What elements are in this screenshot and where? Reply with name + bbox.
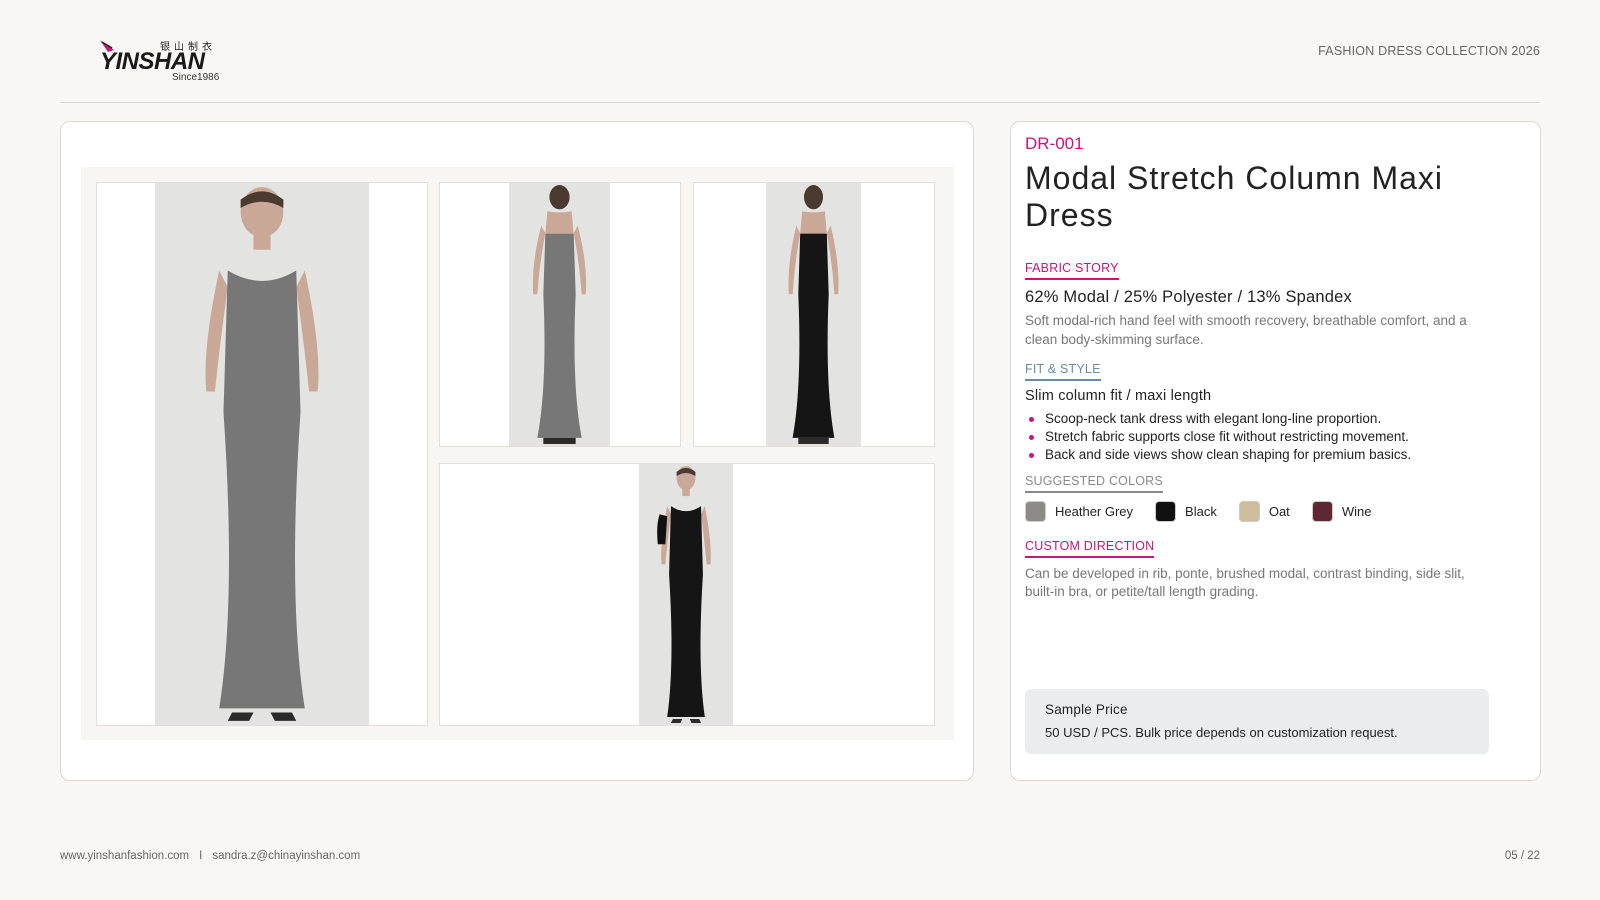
svg-text:YINSHAN: YINSHAN: [100, 48, 206, 75]
sample-price-box: Sample Price 50 USD / PCS. Bulk price de…: [1025, 689, 1489, 754]
yinshan-logo-icon: 银山制衣 YINSHAN Since1986: [100, 40, 220, 83]
photo-front-black[interactable]: [439, 463, 935, 726]
color-swatch: [1311, 501, 1333, 522]
sample-price-text: 50 USD / PCS. Bulk price depends on cust…: [1045, 725, 1398, 740]
page-number: 05 / 22: [1504, 850, 1540, 862]
dress-grey-front-figure: [205, 187, 319, 721]
suggested-colors-label: SUGGESTED COLORS: [1025, 474, 1163, 493]
color-option-oat[interactable]: Oat: [1238, 501, 1290, 522]
product-info-card: DR-001 Modal Stretch Column Maxi Dress F…: [1010, 121, 1541, 781]
color-name: Oat: [1268, 504, 1290, 519]
color-name: Wine: [1341, 504, 1372, 519]
custom-description: Can be developed in rib, ponte, brushed …: [1025, 566, 1465, 599]
color-option-wine[interactable]: Wine: [1311, 501, 1372, 522]
fabric-description: Soft modal-rich hand feel with smooth re…: [1025, 313, 1467, 347]
sample-price-label: Sample Price: [1045, 702, 1128, 717]
color-option-heather-grey[interactable]: Heather Grey: [1025, 501, 1133, 522]
photo-back-grey[interactable]: [439, 182, 681, 447]
product-title: Modal Stretch Column Maxi Dress: [1025, 160, 1444, 233]
svg-text:Since1986: Since1986: [172, 72, 220, 83]
product-code: DR-001: [1025, 134, 1084, 153]
collection-title: FASHION DRESS COLLECTION 2026: [1318, 44, 1540, 58]
dress-black-front-figure: [657, 466, 711, 723]
footer-website-link[interactable]: www.yinshanfashion.com: [60, 850, 189, 862]
photo-front-grey[interactable]: [96, 182, 428, 726]
color-swatch-list: Heather Grey Black Oat Wine: [1025, 501, 1393, 522]
footer-contact: www.yinshanfashion.com Isandra.z@chinayin…: [60, 850, 360, 862]
custom-direction-label: CUSTOM DIRECTION: [1025, 539, 1155, 558]
footer-separator: I: [199, 850, 203, 862]
color-swatch: [1025, 501, 1046, 522]
color-option-black[interactable]: Black: [1155, 501, 1217, 522]
fabric-composition: 62% Modal / 25% Polyester / 13% Spandex: [1025, 288, 1352, 306]
dress-black-back-figure: [788, 185, 839, 444]
photo-back-black[interactable]: [693, 182, 935, 447]
fit-bullet: Stretch fabric supports close fit withou…: [1025, 428, 1411, 446]
header-divider: [60, 102, 1540, 103]
gallery-card: [60, 121, 974, 781]
fit-bullet: Back and side views show clean shaping f…: [1025, 446, 1411, 464]
dress-grey-back-figure: [532, 185, 587, 444]
color-name: Black: [1185, 504, 1217, 519]
color-name: Heather Grey: [1055, 504, 1134, 519]
footer-email-link[interactable]: sandra.z@chinayinshan.com: [212, 850, 360, 862]
fit-bullet: Scoop-neck tank dress with elegant long-…: [1025, 410, 1411, 428]
fit-style-label: FIT & STYLE: [1025, 362, 1101, 381]
brand-logo: 银山制衣 YINSHAN Since1986: [100, 38, 240, 84]
fabric-story-label: FABRIC STORY: [1025, 261, 1119, 280]
gallery-grid: [81, 167, 954, 740]
color-swatch: [1238, 501, 1260, 522]
fit-bullet-list: Scoop-neck tank dress with elegant long-…: [1025, 410, 1411, 464]
color-swatch: [1155, 501, 1177, 522]
fit-headline: Slim column fit / maxi length: [1025, 388, 1212, 404]
